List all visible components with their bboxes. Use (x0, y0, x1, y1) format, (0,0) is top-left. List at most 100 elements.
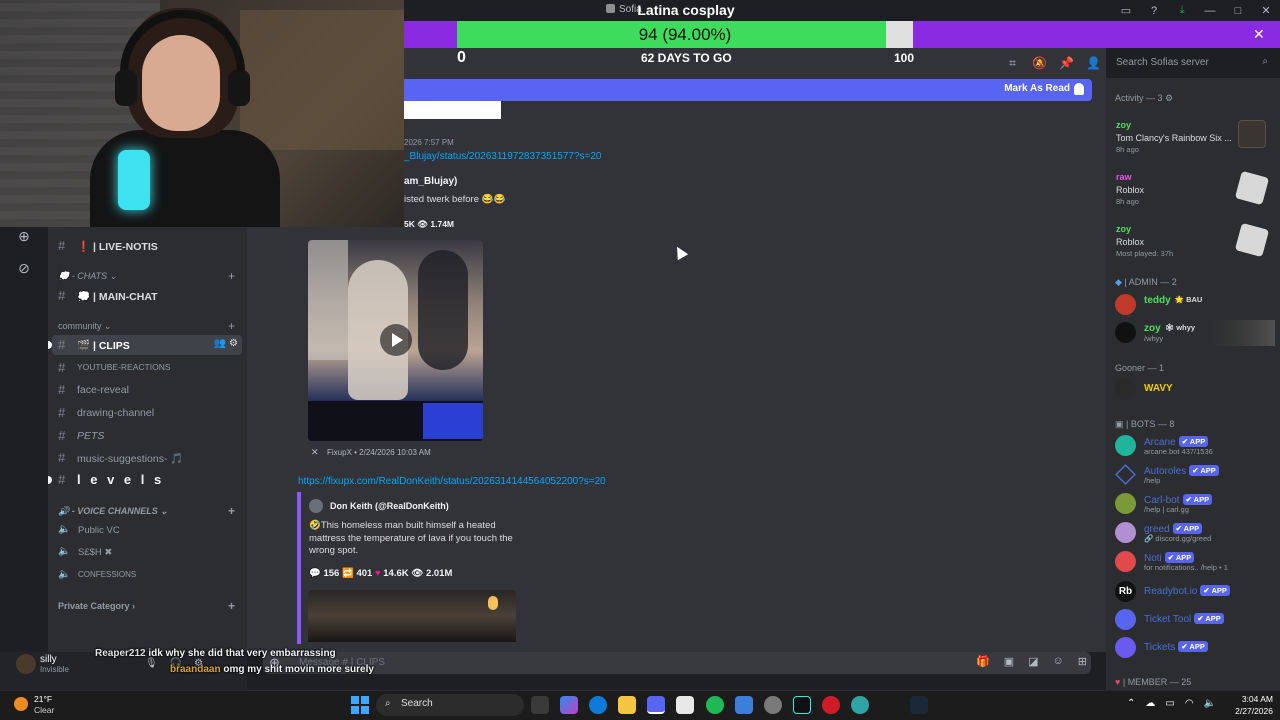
download-icon[interactable]: ⤓ (1168, 0, 1196, 21)
file-explorer-icon[interactable] (618, 696, 636, 714)
volume-icon[interactable]: 🔈 (1204, 698, 1216, 709)
close-window-icon[interactable]: ✕ (1252, 0, 1280, 21)
obs-icon[interactable] (764, 696, 782, 714)
message-link[interactable]: https://fixupx.com/RealDonKeith/status/2… (298, 476, 606, 487)
copilot-icon[interactable] (560, 696, 578, 714)
activity-card[interactable]: raw Roblox 8h ago (1110, 168, 1270, 212)
member-item[interactable]: Noti ✔ APP for notifications.. /help • 1 (1113, 549, 1275, 575)
search-placeholder: Search Sofias server (1116, 57, 1209, 68)
pin-icon[interactable]: 📌 (1058, 55, 1075, 72)
channel-face-reveal[interactable]: # face-reveal (52, 380, 242, 400)
app-badge: ✔ APP (1172, 523, 1203, 534)
weather-widget[interactable]: 21°F Clear (10, 693, 70, 717)
microphone-icon[interactable]: 🎙 (145, 658, 158, 669)
minimize-icon[interactable]: — (1196, 0, 1224, 21)
category-community[interactable]: community ⌄ + (58, 319, 235, 333)
gift-icon[interactable]: 🎁 (976, 655, 990, 668)
discover-icon[interactable]: ⊘ (14, 258, 34, 278)
channel-live-notis[interactable]: # ❗ | LIVE-NOTIS (52, 236, 242, 256)
new-messages-bar[interactable]: Mark As Read (404, 79, 1092, 101)
gear-icon[interactable]: ⚙ (1165, 93, 1173, 103)
channel-settings-icon[interactable]: 👥 ⚙ (214, 338, 238, 349)
unread-indicator (48, 341, 52, 349)
add-channel-icon[interactable]: + (228, 599, 235, 613)
network-icon[interactable]: ☁ (1145, 698, 1155, 709)
video-thumbnail-2[interactable] (308, 590, 516, 642)
member-item[interactable]: Autoroles ✔ APP /help (1113, 462, 1275, 488)
add-server-icon[interactable]: ⊕ (14, 226, 34, 246)
member-status: /help | carl.gg (1144, 505, 1189, 514)
channel-drawing[interactable]: # drawing-channel (52, 403, 242, 423)
category-chats[interactable]: 💭 - CHATS ⌄ + (58, 269, 235, 283)
mark-read-icon (1074, 83, 1084, 95)
avatar[interactable] (16, 654, 36, 674)
gif-icon[interactable]: ▣ (1004, 655, 1014, 668)
avatar (1115, 551, 1136, 572)
search-input[interactable]: Search Sofias server ⌕ (1110, 53, 1274, 73)
member-item[interactable]: greed ✔ APP 🔗 discord.gg/greed (1113, 520, 1275, 546)
member-name: zoy 🕸 whyy (1144, 323, 1196, 334)
member-item[interactable]: WAVY (1113, 377, 1275, 403)
emoji-icon[interactable]: ☺ (1053, 655, 1064, 668)
mark-as-read-button[interactable]: Mark As Read (1004, 83, 1070, 94)
text-channel-icon: # (58, 382, 66, 397)
fixupx-icon: ✕ (311, 447, 319, 457)
steam-icon[interactable] (910, 696, 928, 714)
member-item[interactable]: Tickets ✔ APP (1113, 635, 1275, 661)
inbox-icon[interactable]: ▭ (1112, 0, 1140, 21)
taskbar-search[interactable]: ⌕ Search (376, 694, 524, 716)
wifi-icon[interactable]: ◠ (1185, 698, 1194, 709)
add-channel-icon[interactable]: + (228, 504, 235, 518)
member-item[interactable]: Rb Readybot.io ✔ APP (1113, 579, 1275, 605)
channel-main-chat[interactable]: # 💭 | MAIN-CHAT (52, 286, 242, 306)
app-icon[interactable] (851, 696, 869, 714)
edge-icon[interactable] (589, 696, 607, 714)
member-list-icon[interactable]: 👤 (1085, 55, 1102, 72)
message-link[interactable]: _Blujay/status/2026311972837351577?s=20 (404, 151, 602, 162)
embed-author[interactable]: am_Blujay) (404, 176, 457, 187)
activity-card[interactable]: zoy Tom Clancy's Rainbow Six ... 8h ago (1110, 116, 1270, 160)
clock[interactable]: 3:04 AM 2/27/2026 (1225, 693, 1273, 717)
category-voice[interactable]: 🔊 - VOICE CHANNELS ⌄ + (58, 504, 235, 518)
discord-icon[interactable] (647, 696, 665, 714)
activity-card[interactable]: zoy Roblox Most played: 37h (1110, 220, 1270, 264)
member-item[interactable]: teddy 🌟 BAU (1113, 292, 1275, 318)
channel-music-suggestions[interactable]: # music-suggestions- 🎵 (52, 448, 242, 468)
category-private[interactable]: Private Category › + (58, 599, 235, 613)
play-button[interactable] (380, 324, 412, 356)
spotify-icon[interactable] (706, 696, 724, 714)
channel-pets[interactable]: # PETS (52, 426, 242, 446)
member-name: Tickets ✔ APP (1144, 641, 1208, 653)
tiktok-icon[interactable] (793, 696, 811, 714)
chevron-up-icon[interactable]: ⌃ (1127, 698, 1135, 709)
member-item[interactable]: Carl-bot ✔ APP /help | carl.gg (1113, 491, 1275, 517)
sticker-icon[interactable]: ◪ (1028, 655, 1038, 668)
member-item[interactable]: zoy 🕸 whyy /whyy (1113, 320, 1275, 346)
embed-author[interactable]: Don Keith (@RealDonKeith) (330, 501, 449, 511)
admin-heading: ◆ | ADMIN — 2 (1115, 277, 1177, 287)
store-icon[interactable] (676, 696, 694, 714)
opera-icon[interactable] (822, 696, 840, 714)
help-icon[interactable]: ? (1140, 0, 1168, 21)
add-channel-icon[interactable]: + (228, 269, 235, 283)
mute-bell-icon[interactable]: 🔕 (1031, 55, 1048, 72)
embed-accent (297, 492, 301, 644)
member-item[interactable]: Arcane ✔ APP arcane.bot 437/1536 (1113, 433, 1275, 459)
add-channel-icon[interactable]: + (228, 319, 235, 333)
channel-levels[interactable]: # l e v e l s (48, 470, 242, 490)
member-item[interactable]: Ticket Tool ✔ APP (1113, 607, 1275, 633)
close-icon[interactable]: ✕ (1253, 26, 1265, 43)
message-input[interactable]: ⊕ Message # | CLIPS 🎁 ▣ ◪ ☺ ⊞ (263, 652, 1091, 674)
maximize-icon[interactable]: □ (1224, 0, 1252, 21)
start-button[interactable] (351, 696, 369, 714)
battery-icon[interactable]: ▭ (1165, 698, 1174, 709)
user-status: Invisible (40, 665, 69, 674)
channel-youtube-reactions[interactable]: # YOUTUBE-REACTIONS (52, 358, 242, 378)
overlay-chat-text: omg my shit movin more surely (223, 664, 374, 675)
mail-icon[interactable] (735, 696, 753, 714)
channel-clips[interactable]: # 🎬 | CLIPS 👥 ⚙ (48, 335, 242, 355)
threads-icon[interactable]: ⌗ (1004, 55, 1021, 72)
task-view-icon[interactable] (531, 696, 549, 714)
image-fragment (404, 101, 501, 119)
apps-icon[interactable]: ⊞ (1078, 655, 1087, 668)
